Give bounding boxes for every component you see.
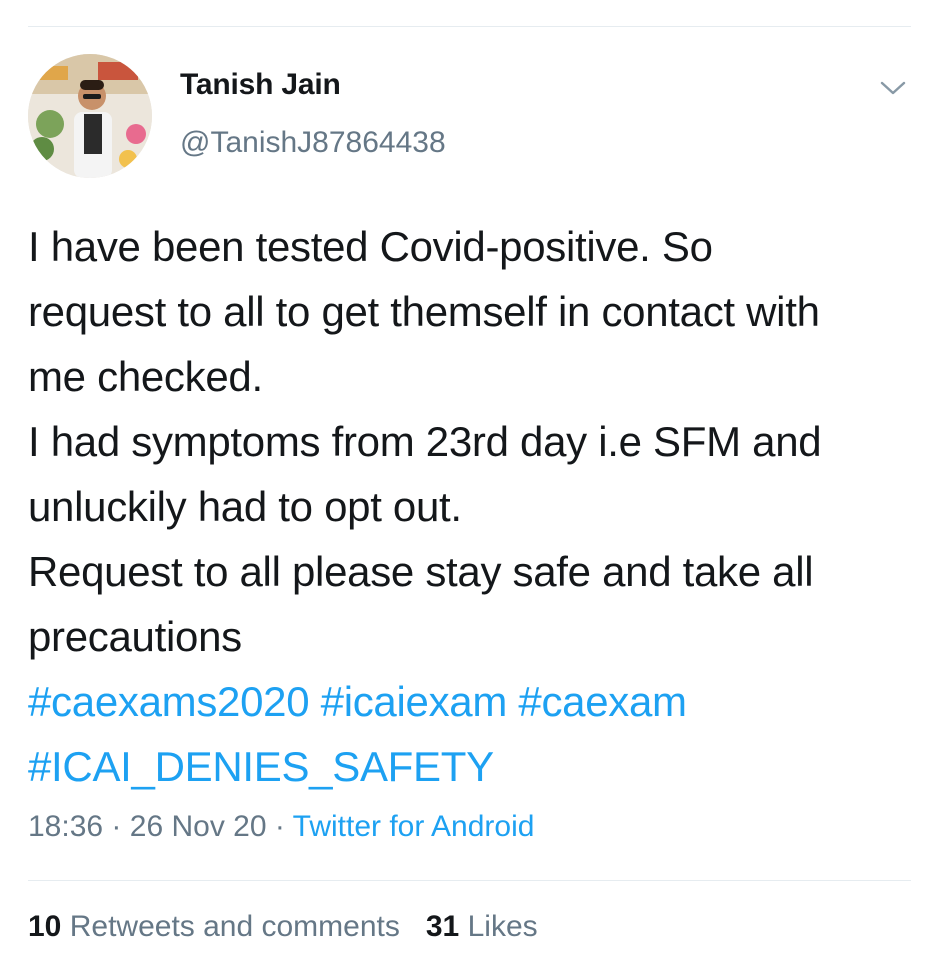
retweets-stat[interactable]: 10 Retweets and comments xyxy=(28,910,400,943)
tweet-meta: 18:36 · 26 Nov 20 · Twitter for Android xyxy=(28,810,534,844)
avatar-photo xyxy=(28,54,152,178)
tweet-text-line: I have been tested Covid-positive. So xyxy=(28,223,713,270)
tweet-time: 18:36 xyxy=(28,810,104,843)
retweets-count: 10 xyxy=(28,910,62,943)
stats-divider xyxy=(28,880,911,881)
tweet-text-line: unluckily had to opt out. xyxy=(28,483,462,530)
hashtag-row: #ICAI_DENIES_SAFETY xyxy=(28,734,918,799)
hashtag-link[interactable]: #ICAI_DENIES_SAFETY xyxy=(28,743,494,790)
tweet-date: 26 Nov 20 xyxy=(129,810,267,843)
tweet-text-line: I had symptoms from 23rd day i.e SFM and xyxy=(28,418,822,465)
meta-separator: · xyxy=(274,810,285,843)
retweets-label: Retweets and comments xyxy=(69,910,400,943)
tweet-stats: 10 Retweets and comments 31 Likes xyxy=(28,910,538,944)
hashtag-link[interactable]: #caexam xyxy=(518,678,687,725)
author-handle[interactable]: @TanishJ87864438 xyxy=(180,126,446,160)
hashtag-link[interactable]: #icaiexam xyxy=(321,678,508,725)
tweet-text-line: precautions xyxy=(28,613,242,660)
likes-count: 31 xyxy=(425,910,460,943)
tweet-text-line: me checked. xyxy=(28,353,263,400)
hashtag-row: #caexams2020 #icaiexam #caexam xyxy=(28,669,918,734)
meta-separator: · xyxy=(111,810,122,843)
likes-label: Likes xyxy=(467,910,538,943)
tweet-text-line: Request to all please stay safe and take… xyxy=(28,548,814,595)
top-divider xyxy=(28,26,911,27)
tweet-text-line: request to all to get themself in contac… xyxy=(28,288,820,335)
likes-stat[interactable]: 31 Likes xyxy=(426,910,538,943)
tweet-text: I have been tested Covid-positive. So re… xyxy=(28,214,918,799)
chevron-down-icon[interactable] xyxy=(878,78,908,98)
author-name[interactable]: Tanish Jain xyxy=(180,68,341,102)
avatar[interactable] xyxy=(28,54,152,178)
tweet-source-link[interactable]: Twitter for Android xyxy=(293,810,535,843)
hashtag-link[interactable]: #caexams2020 xyxy=(28,678,310,725)
